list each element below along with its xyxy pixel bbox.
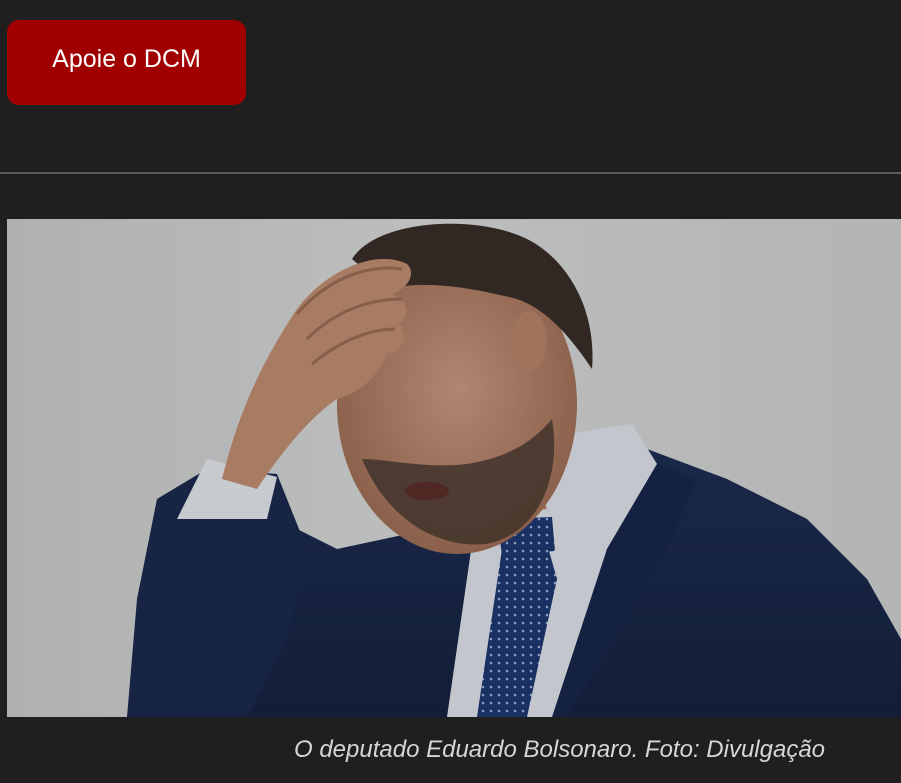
photo-caption: O deputado Eduardo Bolsonaro. Foto: Divu… [294,736,826,763]
man-with-hand-on-forehead-image [7,219,901,717]
header-divider [0,172,901,174]
article-photo [7,219,901,717]
support-dcm-button[interactable]: Apoie o DCM [7,20,246,105]
site-header: Apoie o DCM [0,0,901,172]
